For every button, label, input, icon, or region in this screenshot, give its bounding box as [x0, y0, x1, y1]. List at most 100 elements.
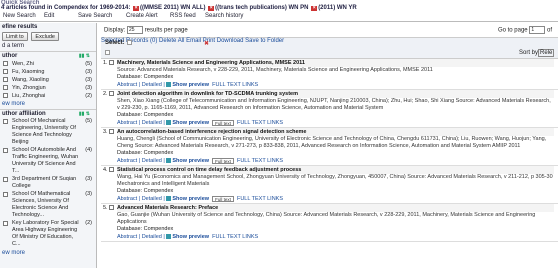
- save-folder-link[interactable]: Save to Folder: [245, 38, 284, 44]
- facet-count: (3): [85, 176, 92, 182]
- result-record: 2. Joint detection algorithm in downlink …: [101, 90, 558, 128]
- view-more-authors[interactable]: ew more: [0, 100, 96, 108]
- record-link-detailed[interactable]: Detailed: [142, 234, 162, 240]
- result-record: 3. An autocorrelation-based interference …: [101, 128, 558, 166]
- show-preview-link[interactable]: Show preview: [172, 234, 209, 240]
- new-search-link[interactable]: New Search: [3, 13, 36, 19]
- show-preview-link[interactable]: Show preview: [172, 82, 209, 88]
- facet-checkbox[interactable]: [3, 148, 8, 153]
- search-term-3[interactable]: (2011) WN YR: [318, 5, 357, 11]
- record-title[interactable]: Machinery, Materials Science and Enginee…: [117, 59, 554, 67]
- select-all-checkbox[interactable]: [127, 40, 132, 45]
- delete-all-link[interactable]: Delete All: [159, 38, 184, 44]
- select-page-checkbox[interactable]: [105, 50, 110, 55]
- show-preview-link[interactable]: Show preview: [172, 120, 209, 126]
- author-facet-item[interactable]: Fu, Xiaoming (3): [0, 68, 96, 76]
- actions-bar: Select: Selected Records (0) ✖ Delete Al…: [101, 37, 558, 59]
- record-link-detailed[interactable]: Detailed: [142, 120, 162, 126]
- refine-title: efine results: [2, 24, 38, 30]
- full-text-button[interactable]: Full text: [212, 157, 234, 164]
- full-text-links[interactable]: FULL TEXT LINKS: [212, 82, 258, 88]
- preview-icon: [166, 234, 172, 240]
- chart-icon[interactable]: ▮▮ ⇅: [79, 53, 90, 59]
- facet-label: Key Laboratory For Special Area Highway …: [12, 220, 79, 247]
- facet-label: Wen, Zhi: [12, 61, 34, 67]
- limit-to-button[interactable]: Limit to: [2, 32, 28, 41]
- facet-checkbox[interactable]: [3, 61, 8, 66]
- email-link[interactable]: Email: [186, 38, 201, 44]
- search-term-1[interactable]: ((MMSE 2011) WN ALL): [140, 5, 205, 11]
- full-text-links[interactable]: FULL TEXT LINKS: [237, 196, 283, 202]
- record-checkbox[interactable]: [109, 91, 114, 96]
- record-link-abstract[interactable]: Abstract: [117, 82, 137, 88]
- goto-page-input[interactable]: 1: [529, 26, 546, 34]
- affiliation-facet-item[interactable]: Key Laboratory For Special Area Highway …: [0, 220, 96, 248]
- add-term-link[interactable]: d a term: [0, 42, 96, 50]
- record-title[interactable]: Advanced Materials Research: Preface: [117, 204, 554, 212]
- chart-icon[interactable]: ▮▮ ⇅: [79, 111, 90, 117]
- record-checkbox[interactable]: [109, 205, 114, 210]
- full-text-button[interactable]: Full text: [212, 119, 234, 126]
- download-link[interactable]: Download: [217, 38, 244, 44]
- full-text-links[interactable]: FULL TEXT LINKS: [237, 158, 283, 164]
- affiliation-facet-item[interactable]: 3rd Department Of Suqian College (3): [0, 176, 96, 190]
- affiliation-facet-item[interactable]: School Of Mechanical Engineering, Univer…: [0, 118, 96, 146]
- record-title[interactable]: Statistical process control on time dela…: [117, 166, 554, 174]
- author-facet-item[interactable]: Wang, Xiaoling (3): [0, 76, 96, 84]
- display-select[interactable]: 25: [127, 26, 144, 34]
- record-title[interactable]: Joint detection algorithm in downlink fo…: [117, 90, 554, 98]
- facet-count: (2): [85, 220, 92, 226]
- full-text-button[interactable]: Full text: [212, 195, 234, 202]
- facet-checkbox[interactable]: [3, 177, 8, 182]
- results-line: 4 articles found in Compendex for 1969-2…: [1, 5, 357, 11]
- view-more-affiliations[interactable]: ew more: [0, 249, 96, 257]
- record-checkbox[interactable]: [109, 167, 114, 172]
- author-facet-item[interactable]: Yin, Zhongjun (3): [0, 84, 96, 92]
- facet-checkbox[interactable]: [3, 77, 8, 82]
- record-link-abstract[interactable]: Abstract: [117, 234, 137, 240]
- create-alert-link[interactable]: Create Alert: [126, 13, 158, 19]
- search-history-link[interactable]: Search history: [205, 13, 243, 19]
- record-source: Source: Advanced Materials Research, v 2…: [117, 67, 433, 73]
- record-checkbox[interactable]: [109, 60, 114, 65]
- facet-checkbox[interactable]: [3, 192, 8, 197]
- record-source: Gao, Guanjie (Wuhan University of Scienc…: [117, 212, 536, 225]
- record-link-abstract[interactable]: Abstract: [117, 196, 137, 202]
- author-facet-item[interactable]: Wen, Zhi (5): [0, 60, 96, 68]
- record-number: 4.: [103, 167, 108, 173]
- save-search-link[interactable]: Save Search: [78, 13, 112, 19]
- record-link-abstract[interactable]: Abstract: [117, 120, 137, 126]
- facet-checkbox[interactable]: [3, 69, 8, 74]
- exclude-button[interactable]: Exclude: [31, 32, 59, 41]
- facet-checkbox[interactable]: [3, 85, 8, 90]
- record-link-detailed[interactable]: Detailed: [142, 196, 162, 202]
- remove-term-icon[interactable]: ×: [311, 6, 318, 11]
- record-link-detailed[interactable]: Detailed: [142, 82, 162, 88]
- full-text-links[interactable]: FULL TEXT LINKS: [237, 120, 283, 126]
- record-database: Database: Compendex: [117, 226, 174, 232]
- record-links: Abstract | Detailed | Show preview Full …: [117, 157, 284, 164]
- affiliation-facet-item[interactable]: School Of Automobile And Traffic Enginee…: [0, 147, 96, 175]
- author-facet-item[interactable]: Liu, Zhonghai (2): [0, 92, 96, 100]
- record-links: Abstract | Detailed | Show preview Full …: [117, 195, 284, 202]
- affiliation-facet-item[interactable]: School Of Mathematical Sciences, Univers…: [0, 191, 96, 219]
- record-checkbox[interactable]: [109, 129, 114, 134]
- full-text-links[interactable]: FULL TEXT LINKS: [212, 234, 258, 240]
- rss-feed-link[interactable]: RSS feed: [170, 13, 196, 19]
- record-title[interactable]: An autocorrelation-based interference re…: [117, 128, 554, 136]
- facet-label: Wang, Xiaoling: [12, 77, 49, 83]
- facet-checkbox[interactable]: [3, 119, 8, 124]
- search-term-2[interactable]: ((trans tech publications) WN PN: [215, 5, 308, 11]
- show-preview-link[interactable]: Show preview: [172, 196, 209, 202]
- show-preview-link[interactable]: Show preview: [172, 158, 209, 164]
- facet-label: Fu, Xiaoming: [12, 69, 45, 75]
- delete-icon[interactable]: ✖: [204, 40, 209, 47]
- facet-checkbox[interactable]: [3, 93, 8, 98]
- record-link-detailed[interactable]: Detailed: [142, 158, 162, 164]
- facet-checkbox[interactable]: [3, 221, 8, 226]
- sort-select[interactable]: Rele: [538, 49, 555, 57]
- edit-link[interactable]: Edit: [44, 13, 54, 19]
- remove-term-icon[interactable]: ×: [133, 6, 140, 11]
- record-link-abstract[interactable]: Abstract: [117, 158, 137, 164]
- remove-term-icon[interactable]: ×: [208, 6, 215, 11]
